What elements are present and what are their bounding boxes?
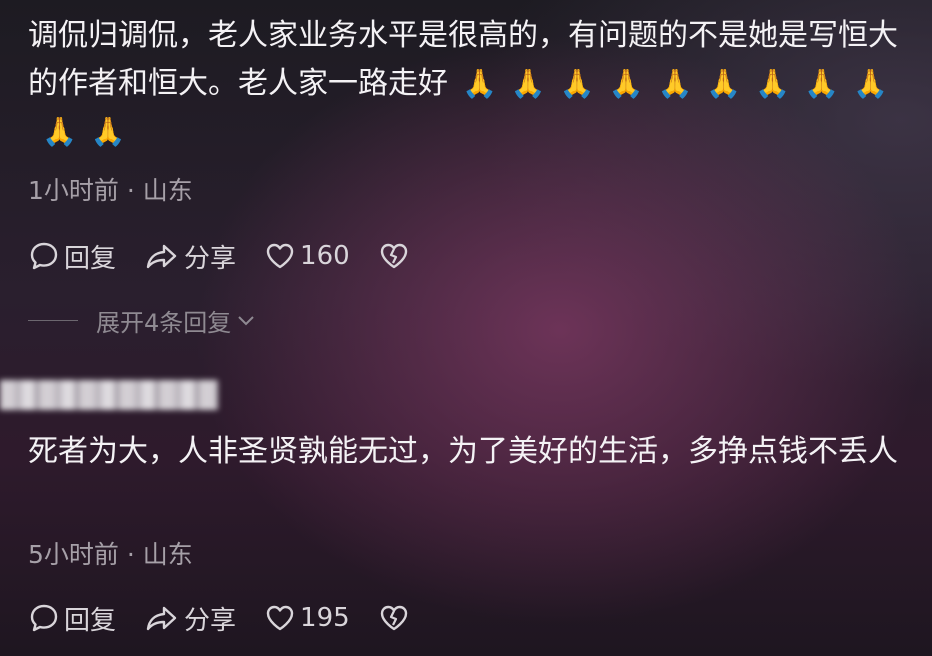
share-arrow-icon — [146, 244, 177, 269]
expand-label: 展开4条回复 — [96, 308, 232, 337]
comment-2-text: 死者为大，人非圣贤孰能无过，为了美好的生活，多挣点钱不丢人 — [28, 428, 918, 476]
share-button[interactable]: 分享 — [144, 600, 236, 637]
prayer-hands-emoji: 🙏 — [608, 67, 644, 100]
prayer-hands-emoji: 🙏 — [559, 67, 595, 100]
prayer-hands-emoji: 🙏 — [90, 115, 126, 148]
like-button[interactable]: 160 — [264, 240, 350, 272]
broken-heart-icon — [380, 243, 407, 269]
share-label: 分享 — [184, 243, 237, 274]
like-count: 195 — [300, 603, 350, 633]
prayer-hands-emoji: 🙏 — [657, 67, 693, 100]
heart-icon — [266, 605, 294, 631]
prayer-hands-emoji: 🙏 — [804, 67, 839, 100]
dislike-button[interactable] — [378, 240, 410, 272]
comment-1-text: 调侃归调侃，老人家业务水平是很高的，有问题的不是她是写恒大的作者和恒大。老人家一… — [28, 12, 918, 156]
prayer-hands-emoji: 🙏 — [42, 115, 77, 148]
reply-bubble-icon — [30, 242, 58, 270]
like-button[interactable]: 195 — [264, 602, 350, 634]
comment-2-actions: 回复 分享 195 — [28, 598, 438, 638]
comment-2-body: 死者为大，人非圣贤孰能无过，为了美好的生活，多挣点钱不丢人 — [28, 434, 898, 469]
reply-button[interactable]: 回复 — [28, 600, 116, 637]
blurred-username[interactable] — [0, 380, 218, 410]
share-arrow-icon — [146, 606, 177, 631]
comment-2-meta: 5小时前 · 山东 — [28, 540, 193, 569]
broken-heart-icon — [380, 605, 407, 631]
reply-label: 回复 — [64, 605, 117, 636]
dislike-button[interactable] — [378, 602, 410, 634]
share-label: 分享 — [184, 605, 237, 636]
expand-divider — [28, 319, 78, 321]
reply-button[interactable]: 回复 — [28, 238, 116, 275]
share-button[interactable]: 分享 — [144, 238, 236, 275]
heart-icon — [266, 243, 294, 269]
like-count: 160 — [300, 241, 350, 271]
prayer-hands-emoji: 🙏 — [706, 67, 742, 100]
prayer-hands-emoji: 🙏 — [755, 67, 791, 100]
comment-1-meta: 1小时前 · 山东 — [28, 176, 193, 205]
comment-1-actions: 回复 分享 160 — [28, 236, 438, 276]
reply-bubble-icon — [30, 604, 58, 632]
reply-label: 回复 — [64, 243, 117, 274]
prayer-hands-emoji: 🙏 — [510, 67, 546, 100]
prayer-hands-emoji: 🙏 — [853, 67, 888, 100]
expand-replies-button[interactable]: 展开4条回复 — [28, 304, 257, 337]
chevron-down-icon — [238, 316, 254, 326]
prayer-hands-emoji: 🙏 — [462, 67, 497, 100]
